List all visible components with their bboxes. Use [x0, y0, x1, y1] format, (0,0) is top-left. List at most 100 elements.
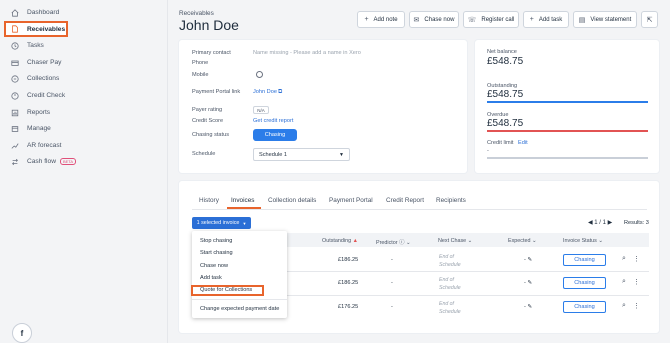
add-task-button[interactable]: + Add task	[523, 11, 569, 28]
sidebar-item-reports[interactable]: Reports	[6, 105, 162, 120]
menu-item-start-chasing[interactable]: Start chasing	[200, 250, 233, 256]
get-credit-report-link[interactable]: Get credit report	[253, 118, 293, 124]
payer-rating-label: Payer rating	[192, 107, 223, 113]
overdue-bar	[487, 130, 648, 132]
search-icon[interactable]: ⌕	[622, 278, 626, 286]
menu-divider	[192, 299, 287, 300]
more-icon[interactable]: ⋮	[633, 255, 640, 263]
col-expected[interactable]: Expected ⌄	[508, 238, 537, 244]
row3-next-chase: End of Schedule	[439, 301, 461, 315]
more-icon[interactable]: ⋮	[633, 278, 640, 286]
tab-collection-details[interactable]: Collection details	[268, 197, 316, 204]
row1-outstanding: £186.25	[338, 257, 359, 263]
menu-item-chase-now[interactable]: Chase now	[200, 263, 228, 269]
menu-item-stop-chasing[interactable]: Stop chasing	[200, 238, 232, 244]
open-external-button[interactable]: ⇱	[641, 11, 658, 28]
tab-payment-portal[interactable]: Payment Portal	[329, 197, 373, 204]
row2-next-chase: End of Schedule	[439, 277, 461, 291]
credit-limit-edit-link[interactable]: Edit	[518, 140, 528, 146]
col-outstanding[interactable]: Outstanding ▲	[322, 238, 358, 244]
portal-link[interactable]: John Doe	[253, 89, 277, 95]
sidebar-item-ar-forecast[interactable]: AR forecast	[6, 138, 162, 153]
edit-icon[interactable]: ✎	[527, 304, 532, 310]
collections-icon	[10, 74, 20, 84]
payer-rating-badge: N/A	[253, 106, 269, 114]
credit-score-label: Credit Score	[192, 118, 224, 124]
tab-credit-report[interactable]: Credit Report	[386, 197, 424, 204]
manage-icon	[10, 124, 20, 134]
chasing-status-label: Chasing status	[192, 132, 230, 138]
sidebar-item-cash-flow[interactable]: Cash flow BETA	[6, 154, 162, 169]
row3-status-button[interactable]: Chasing	[563, 301, 606, 313]
chat-button[interactable]: f	[12, 323, 32, 343]
sidebar-item-label: Tasks	[27, 42, 44, 49]
phone-icon: ☏	[467, 16, 477, 24]
sidebar-item-credit-check[interactable]: Credit Check	[6, 88, 162, 103]
sidebar-item-chaser-pay[interactable]: Chaser Pay	[6, 55, 162, 70]
row2-predictor: -	[391, 280, 393, 286]
edit-icon[interactable]: ✎	[527, 280, 532, 286]
tab-invoices[interactable]: Invoices	[231, 197, 254, 204]
sidebar-item-dashboard[interactable]: Dashboard	[6, 5, 162, 20]
caret-down-icon: ▼	[242, 220, 247, 226]
row3-outstanding: £176.25	[338, 304, 359, 310]
sidebar-item-manage[interactable]: Manage	[6, 121, 162, 136]
pagination: ◀ 1 / 1 ▶	[588, 220, 613, 226]
sort-icon: ⌄	[598, 238, 603, 244]
outstanding-value: £548.75	[487, 89, 524, 100]
add-note-button[interactable]: + Add note	[357, 11, 405, 28]
sidebar-item-label: Reports	[27, 109, 51, 116]
chat-icon: f	[20, 328, 24, 338]
selected-invoice-button[interactable]: 1 selected invoice ▼	[192, 217, 251, 229]
tab-history[interactable]: History	[199, 197, 219, 204]
search-icon[interactable]: ⌕	[622, 302, 626, 310]
sidebar-item-label: Cash flow	[27, 158, 56, 165]
more-icon[interactable]: ⋮	[633, 302, 640, 310]
credit-limit-value: -	[487, 148, 489, 154]
col-predictor[interactable]: Predictor ⓘ ⌄	[376, 238, 411, 246]
row3-predictor: -	[391, 304, 393, 310]
net-balance-label: Net balance	[487, 49, 517, 55]
primary-contact-value: Name missing - Please add a name in Xero	[253, 50, 361, 56]
col-invoice-status[interactable]: Invoice Status ⌄	[563, 238, 603, 244]
sidebar-item-label: Credit Check	[27, 92, 66, 99]
sidebar-item-label: Receivables	[27, 25, 66, 33]
row2-outstanding: £186.25	[338, 280, 359, 286]
menu-item-add-task[interactable]: Add task	[200, 275, 222, 281]
view-statement-button[interactable]: ▤ View statement	[573, 11, 637, 28]
menu-item-change-expected-date[interactable]: Change expected payment date	[200, 306, 279, 312]
phone-label: Phone	[192, 60, 209, 66]
search-icon[interactable]: ⌕	[622, 255, 626, 263]
cashflow-icon	[10, 157, 20, 167]
row2-status-button[interactable]: Chasing	[563, 277, 606, 289]
sidebar-item-receivables[interactable]: Receivables	[4, 21, 68, 37]
next-page-icon[interactable]: ▶	[608, 220, 613, 226]
sidebar-item-label: Dashboard	[27, 9, 60, 16]
highlight-box	[191, 285, 264, 296]
register-call-button[interactable]: ☏ Register call	[463, 11, 519, 28]
prev-page-icon[interactable]: ◀	[588, 220, 593, 226]
chasing-status-button[interactable]: Chasing	[253, 129, 297, 141]
breadcrumb[interactable]: Receivables	[179, 10, 214, 17]
col-next-chase[interactable]: Next Chase ⌄	[438, 238, 472, 244]
schedule-label: Schedule	[192, 151, 216, 157]
outstanding-bar	[487, 101, 648, 103]
clock-icon	[10, 41, 20, 51]
whatsapp-icon[interactable]	[256, 71, 263, 78]
chase-now-button[interactable]: ✉ Chase now	[409, 11, 459, 28]
forecast-icon	[10, 141, 20, 151]
sort-icon: ⌄	[405, 240, 411, 246]
row1-expected: - ✎	[524, 257, 533, 263]
results-count: Results: 3	[624, 220, 649, 226]
sidebar-item-tasks[interactable]: Tasks	[6, 38, 162, 53]
row1-predictor: -	[391, 257, 393, 263]
copy-icon[interactable]: ⧉	[278, 89, 282, 96]
schedule-select[interactable]: Schedule 1 ▼	[253, 148, 350, 161]
sidebar-item-collections[interactable]: Collections	[6, 71, 162, 86]
edit-icon[interactable]: ✎	[527, 257, 532, 263]
row1-status-button[interactable]: Chasing	[563, 254, 606, 266]
sort-icon: ⌄	[531, 238, 537, 244]
row2-expected: - ✎	[524, 280, 533, 286]
tab-recipients[interactable]: Recipients	[436, 197, 466, 204]
info-icon: ⓘ	[399, 240, 405, 246]
